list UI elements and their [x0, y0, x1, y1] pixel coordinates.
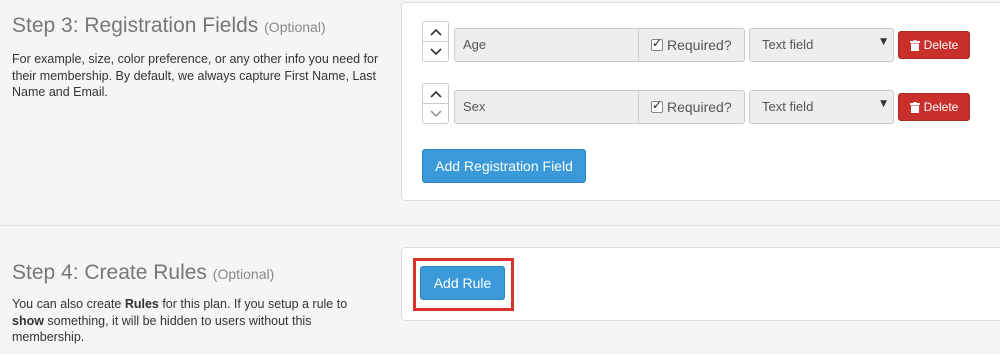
chevron-down-icon — [429, 109, 442, 117]
chevron-up-icon — [429, 28, 442, 36]
delete-field-button[interactable]: Delete — [898, 31, 970, 59]
desc-text: something, it will be hidden to users wi… — [12, 313, 312, 345]
required-toggle[interactable]: Required? — [638, 90, 745, 124]
desc-text: for this plan. If you setup a rule to — [158, 297, 348, 311]
dropdown-caret-icon: ▼ — [880, 37, 887, 47]
step3-section: Step 3: Registration Fields (Optional) F… — [0, 0, 1000, 225]
desc-text: You can also create — [12, 297, 125, 311]
reorder-arrows — [422, 83, 449, 125]
step3-heading: Step 3: Registration Fields (Optional) — [12, 14, 326, 38]
desc-bold-show: show — [12, 313, 44, 328]
trash-icon — [909, 39, 920, 51]
registration-fields-panel: Age Required? Text field ▼ Delete — [401, 2, 1000, 201]
step4-title: Step 4: Create Rules — [12, 261, 207, 284]
field-name-input[interactable]: Sex — [454, 90, 639, 124]
required-checkbox[interactable] — [651, 98, 663, 113]
move-down-button[interactable] — [422, 41, 449, 62]
field-type-value: Text field — [762, 99, 814, 114]
dropdown-caret-icon: ▼ — [880, 99, 887, 109]
add-registration-field-button[interactable]: Add Registration Field — [422, 149, 586, 183]
required-checkbox[interactable] — [651, 36, 663, 51]
move-up-button[interactable] — [422, 83, 449, 104]
step4-optional-label: (Optional) — [212, 266, 275, 282]
registration-field-row: Sex Required? Text field ▼ Delete — [402, 83, 1000, 124]
step3-optional-label: (Optional) — [264, 19, 326, 35]
step4-heading: Step 4: Create Rules (Optional) — [12, 261, 274, 285]
reorder-arrows — [422, 21, 449, 63]
required-toggle[interactable]: Required? — [638, 28, 745, 62]
chevron-up-icon — [429, 90, 442, 98]
step3-description: For example, size, color preference, or … — [12, 52, 379, 99]
field-type-value: Text field — [762, 37, 814, 52]
required-label: Required? — [667, 37, 732, 53]
delete-field-button[interactable]: Delete — [898, 93, 970, 121]
field-name-input[interactable]: Age — [454, 28, 639, 62]
step4-description: You can also create Rules for this plan.… — [12, 296, 372, 346]
move-down-button[interactable] — [422, 103, 449, 124]
field-type-select[interactable]: Text field ▼ — [749, 90, 894, 124]
delete-label: Delete — [923, 100, 959, 114]
move-up-button[interactable] — [422, 21, 449, 42]
chevron-down-icon — [429, 47, 442, 55]
highlight-box — [413, 258, 514, 311]
registration-field-row: Age Required? Text field ▼ Delete — [402, 21, 1000, 62]
field-type-select[interactable]: Text field ▼ — [749, 28, 894, 62]
required-label: Required? — [667, 99, 732, 115]
delete-label: Delete — [923, 38, 959, 52]
trash-icon — [909, 101, 920, 113]
desc-bold-rules: Rules — [124, 297, 159, 311]
step3-title: Step 3: Registration Fields — [12, 14, 259, 37]
